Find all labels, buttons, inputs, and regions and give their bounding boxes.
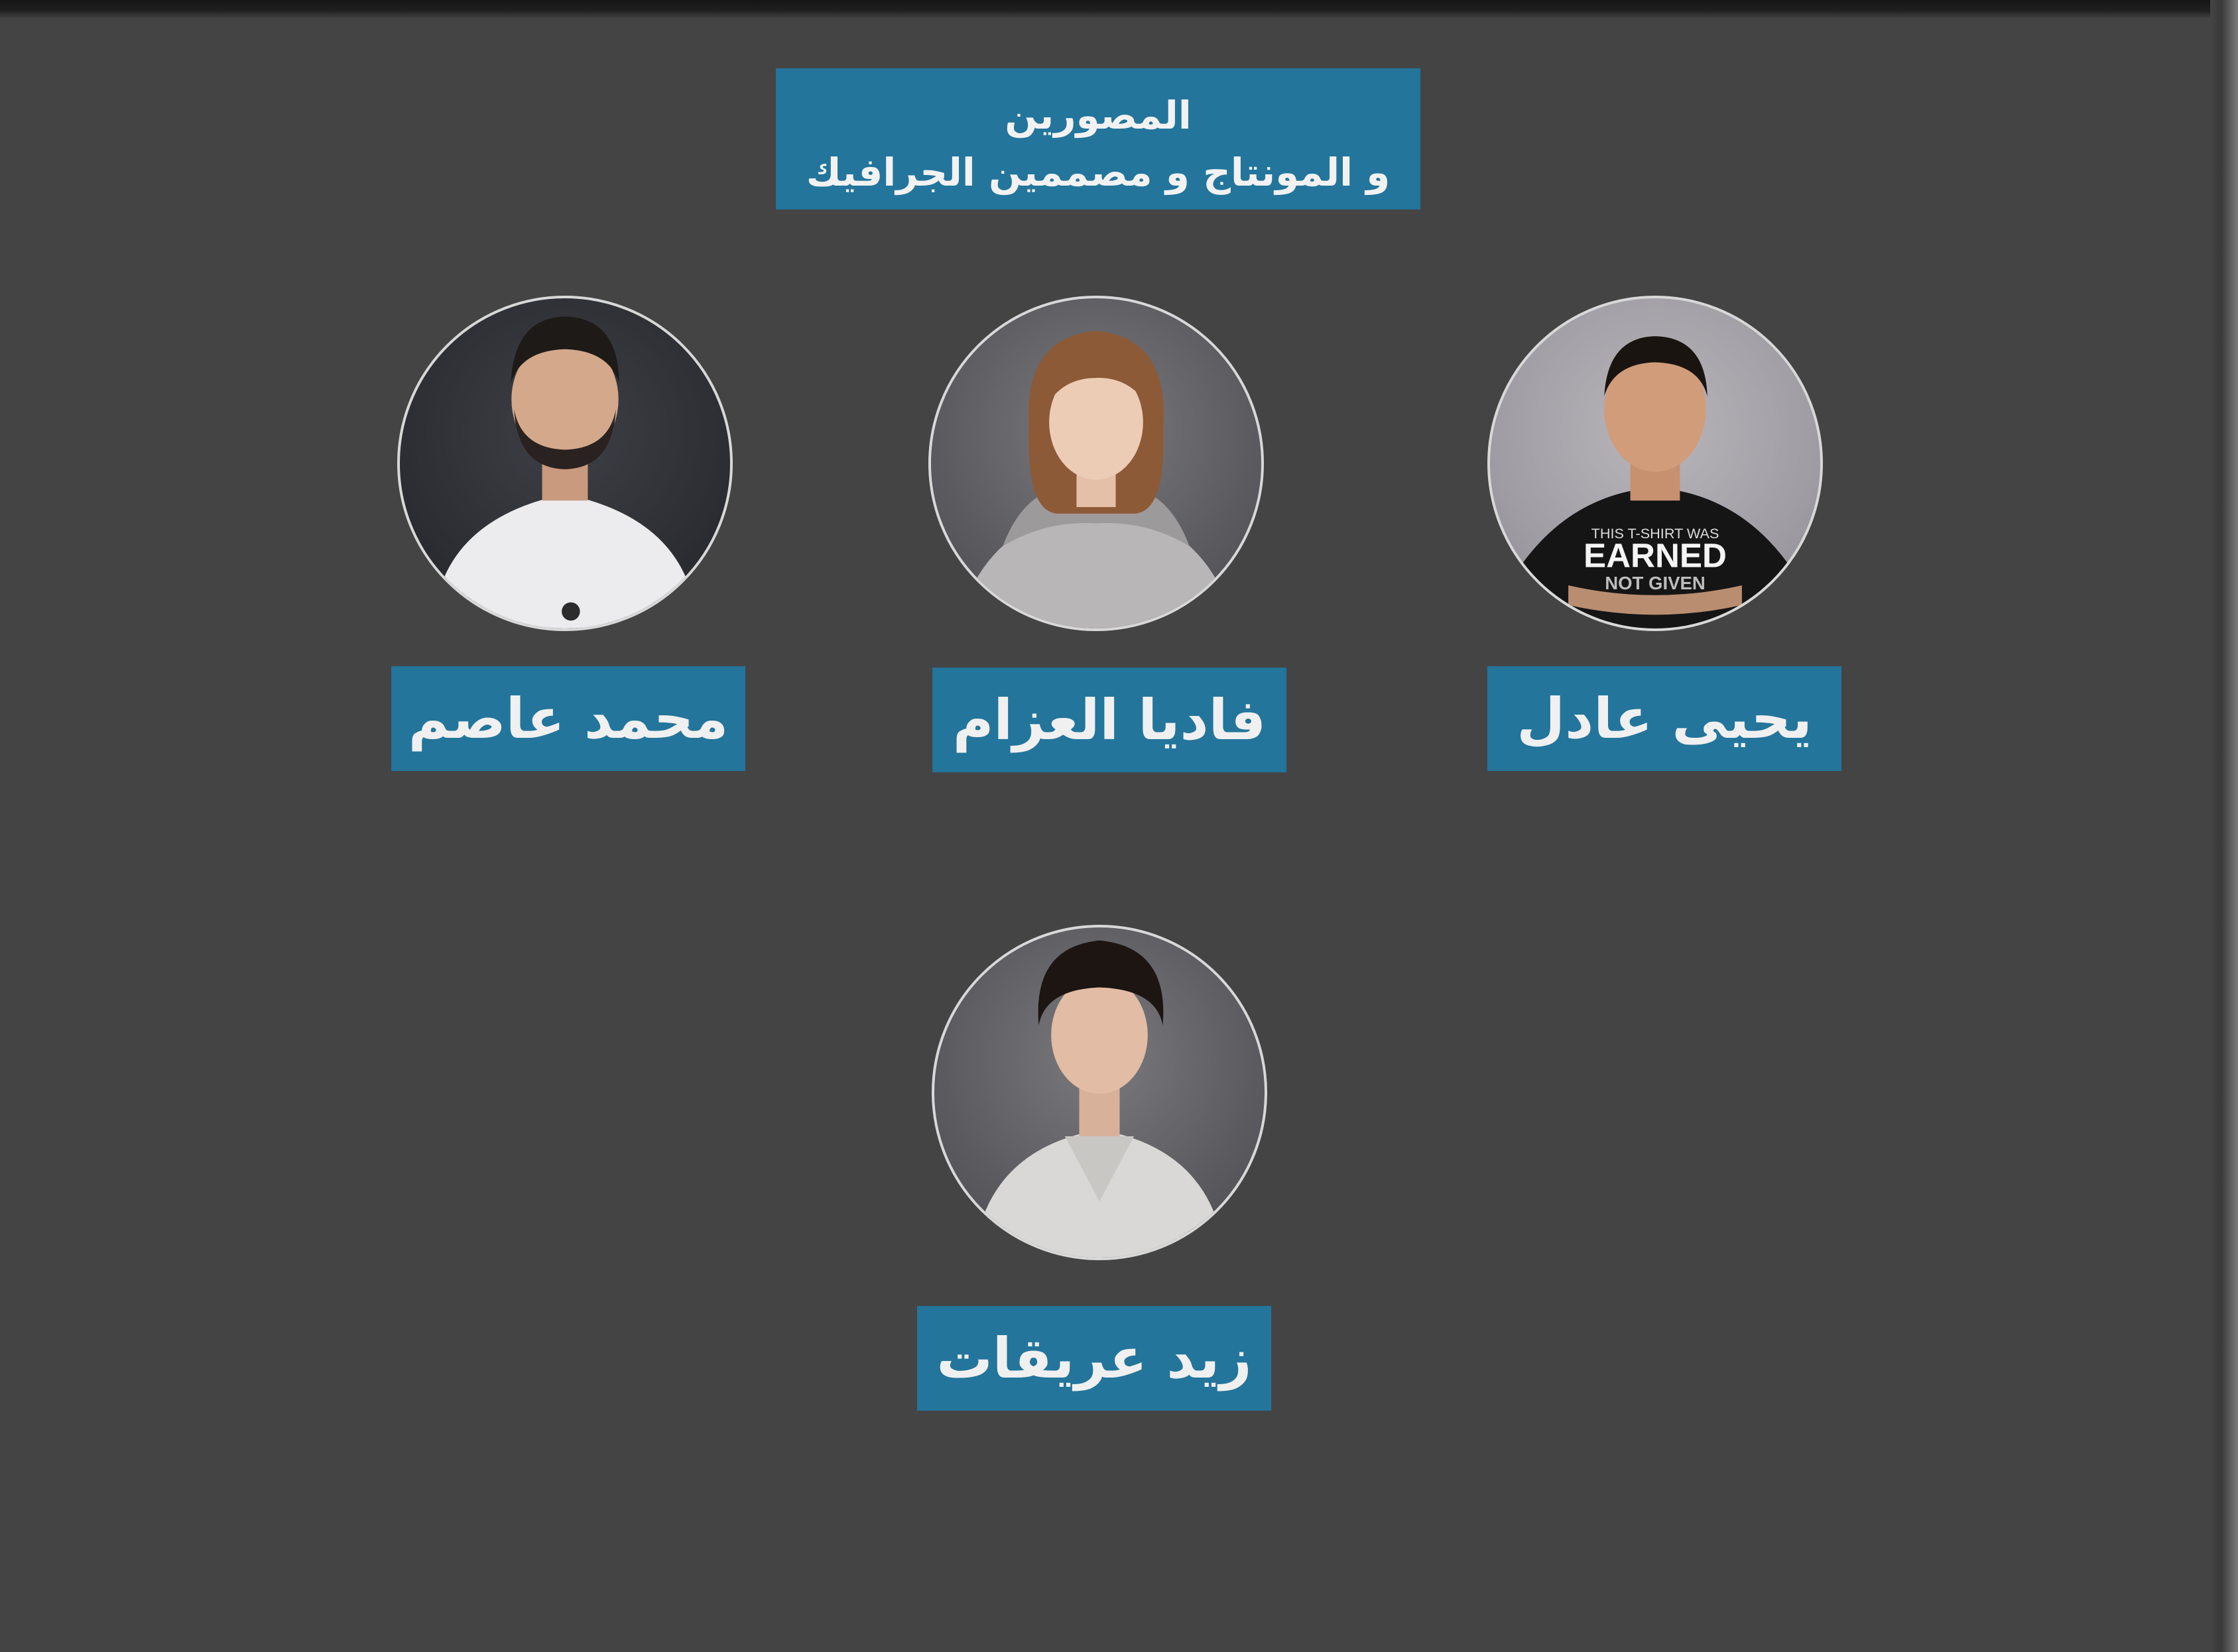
section-title-line-2: و المونتاج و مصممين الجرافيك: [806, 150, 1391, 195]
member-name-fadia: فاديا العزام: [932, 668, 1286, 772]
team-page: المصورين و المونتاج و مصممين الجرافيك TH…: [0, 0, 2238, 1652]
right-edge-shadow: [2210, 0, 2238, 1652]
member-name-mohammad: محمد عاصم: [391, 666, 745, 771]
top-shadow: [0, 0, 2238, 19]
svg-text:EARNED: EARNED: [1584, 536, 1727, 574]
member-name-yahya: يحيى عادل: [1487, 666, 1841, 771]
avatar-zaid-photo: [932, 925, 1267, 1260]
avatar-yahya-photo: THIS T-SHIRT WAS EARNED NOT GIVEN: [1487, 296, 1823, 631]
person-photo-icon: [973, 940, 1225, 1258]
section-title-line-1: المصورين: [1005, 93, 1192, 138]
person-photo-icon: [957, 331, 1235, 628]
avatar-mohammad-photo: [397, 296, 733, 631]
svg-text:NOT GIVEN: NOT GIVEN: [1605, 573, 1706, 593]
person-photo-icon: THIS T-SHIRT WAS EARNED NOT GIVEN: [1516, 336, 1794, 628]
person-photo-icon: [432, 316, 698, 628]
member-name-zaid: زيد عريقات: [917, 1306, 1271, 1411]
avatar-fadia-photo: [928, 296, 1264, 631]
section-title: المصورين و المونتاج و مصممين الجرافيك: [776, 68, 1420, 209]
